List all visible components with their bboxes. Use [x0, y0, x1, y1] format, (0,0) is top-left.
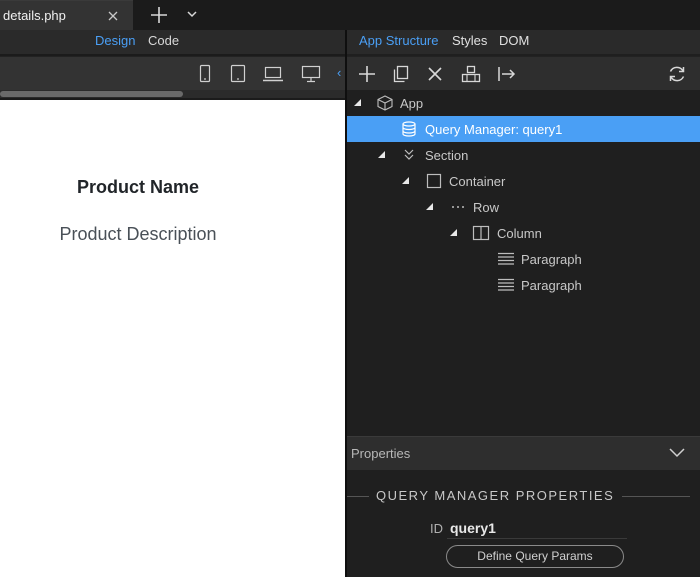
tree-node-label: Paragraph [521, 278, 582, 293]
properties-header[interactable]: Properties [347, 436, 700, 470]
plus-icon[interactable] [148, 4, 170, 26]
tree-node-column[interactable]: Column [347, 220, 700, 246]
expand-triangle-icon[interactable] [378, 151, 385, 158]
structure-toolbar [347, 56, 700, 90]
tree-node-section[interactable]: Section [347, 142, 700, 168]
delete-icon[interactable] [424, 64, 446, 84]
close-icon[interactable] [106, 9, 120, 23]
chevron-down-icon[interactable] [668, 447, 686, 459]
tree-node-row[interactable]: Row [347, 194, 700, 220]
code-mode-button[interactable]: Code [148, 33, 179, 48]
tab-dom[interactable]: DOM [499, 33, 529, 48]
design-view-panel: Design Code ‹ Product Name Product Descr… [0, 30, 345, 577]
double-chevron-icon [404, 149, 414, 160]
paragraph-icon [498, 278, 514, 291]
expand-triangle-icon[interactable] [354, 99, 361, 106]
id-label: ID [430, 521, 443, 536]
product-name-heading[interactable]: Product Name [0, 177, 276, 198]
file-tab[interactable]: details.php [0, 0, 133, 30]
expand-triangle-icon[interactable] [450, 229, 457, 236]
tree-node-app[interactable]: App [347, 90, 700, 116]
tree-node-label: Paragraph [521, 252, 582, 267]
tree-node-container[interactable]: Container [347, 168, 700, 194]
tree-node-paragraph[interactable]: Paragraph [347, 246, 700, 272]
section-rule [622, 496, 690, 497]
paragraph-icon [498, 252, 514, 265]
design-mode-button[interactable]: Design [95, 33, 135, 48]
id-field[interactable]: query1 [450, 520, 496, 536]
tree-node-label: Query Manager: query1 [425, 122, 563, 137]
horizontal-scrollbar[interactable] [0, 90, 345, 98]
product-description-text[interactable]: Product Description [0, 224, 276, 245]
tree-node-label: Row [473, 200, 500, 215]
tree-node-label: App [400, 96, 424, 111]
expand-triangle-icon[interactable] [402, 177, 409, 184]
more-devices-arrow[interactable]: ‹ [337, 65, 341, 80]
tree-node-label: Section [425, 148, 469, 163]
page-canvas: Product Name Product Description [0, 100, 345, 577]
tab-styles[interactable]: Styles [452, 33, 487, 48]
section-title: QUERY MANAGER PROPERTIES [376, 488, 615, 503]
properties-title: Properties [351, 446, 411, 461]
scrollbar-thumb[interactable] [0, 91, 183, 97]
dots-icon [452, 206, 464, 208]
device-preview-toolbar: ‹ [0, 56, 345, 90]
app-structure-tree: App Query Manager: query1 Section Contai… [347, 90, 700, 436]
tab-app-structure[interactable]: App Structure [359, 33, 439, 48]
cube-icon [377, 95, 393, 111]
view-mode-switch: Design Code [0, 30, 345, 54]
file-tab-title: details.php [3, 8, 66, 23]
refresh-icon[interactable] [666, 64, 688, 84]
laptop-icon[interactable] [262, 64, 284, 84]
tree-node-label: Column [497, 226, 542, 241]
database-icon [402, 121, 416, 137]
tablet-icon[interactable] [227, 64, 249, 84]
move-out-icon[interactable] [496, 64, 518, 84]
expand-triangle-icon[interactable] [426, 203, 433, 210]
tree-node-paragraph[interactable]: Paragraph [347, 272, 700, 298]
square-icon [426, 173, 442, 189]
panel-tabs: App Structure Styles DOM [347, 30, 700, 54]
desktop-icon[interactable] [300, 64, 322, 84]
chevron-down-icon[interactable] [184, 6, 200, 22]
tree-node-label: Container [449, 174, 506, 189]
properties-body: QUERY MANAGER PROPERTIES ID query1 Defin… [347, 471, 700, 577]
columns-icon [472, 225, 490, 241]
duplicate-icon[interactable] [390, 64, 412, 84]
define-query-params-button[interactable]: Define Query Params [446, 545, 624, 568]
id-field-underline [447, 538, 627, 539]
add-icon[interactable] [356, 64, 378, 84]
section-rule [347, 496, 369, 497]
phone-icon[interactable] [194, 64, 216, 84]
tree-node-query-manager[interactable]: Query Manager: query1 [347, 116, 700, 142]
document-tab-bar: details.php [0, 0, 700, 30]
app-structure-panel: App Structure Styles DOM App Query Manag… [347, 30, 700, 577]
wrap-icon[interactable] [460, 64, 482, 84]
